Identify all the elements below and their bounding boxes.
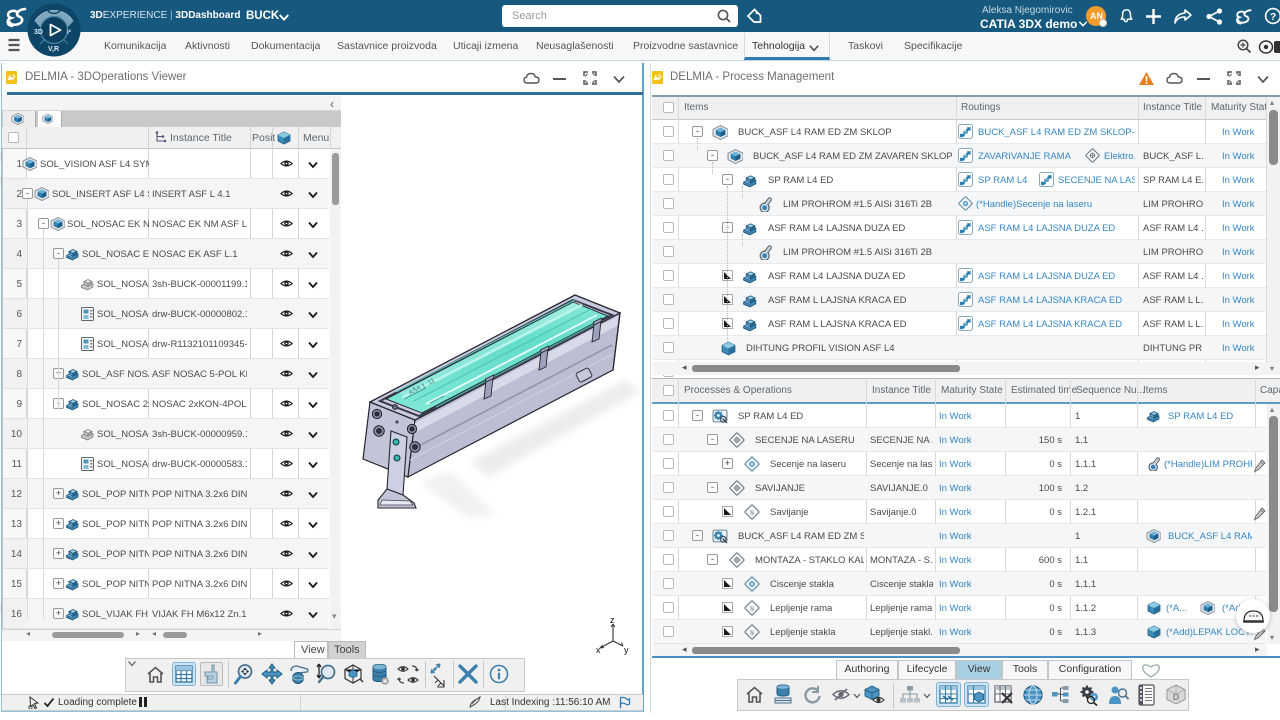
svg-text:V,R: V,R (48, 46, 59, 53)
svg-text:3D: 3D (34, 29, 43, 36)
svg-text:D: D (1173, 692, 1180, 702)
svg-text:y: y (624, 645, 629, 655)
svg-text:?: ? (1270, 12, 1276, 23)
svg-text:z: z (610, 615, 615, 625)
svg-text:x: x (596, 645, 601, 655)
